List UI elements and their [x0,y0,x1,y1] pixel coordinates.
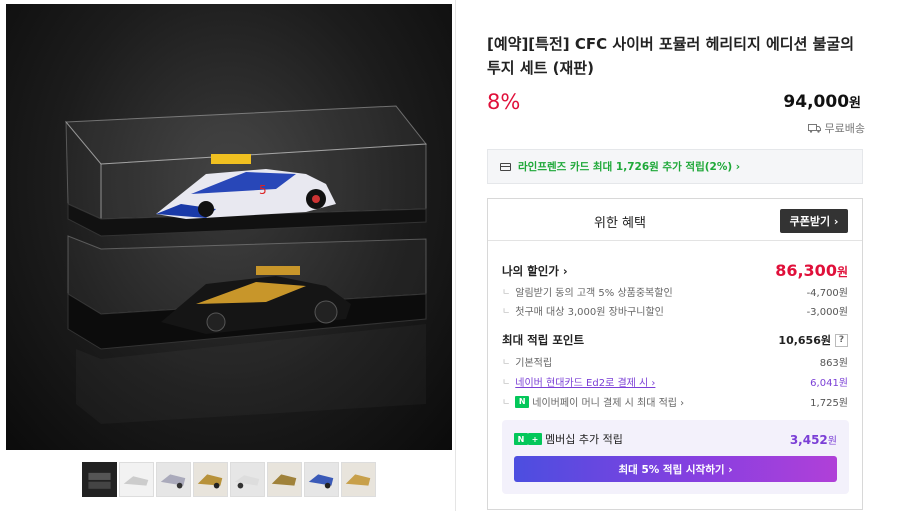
thumbnail-5[interactable] [230,462,265,497]
my-price-row: 나의 할인가 › 86,300원 [502,261,848,280]
product-title: [예약][특전] CFC 사이버 포뮬러 헤리티지 에디션 불굴의 투지 세트 … [487,35,855,77]
npay-money-link[interactable]: 네이버페이 머니 결제 시 최대 적립 › [532,394,684,409]
points-value-group: 10,656원 ? [778,332,848,348]
points-row: 최대 적립 포인트 10,656원 ? [502,332,848,348]
membership-label: 멤버십 추가 적립 [545,433,623,446]
thumbnail-6[interactable] [267,462,302,497]
thumbnail-1[interactable] [82,462,117,497]
benefit-box: 위한 혜택 쿠폰받기 › 나의 할인가 › 86,300원 알림받기 동의 고객… [487,198,863,510]
discount-item-row: 첫구매 대상 3,000원 장바구니할인 -3,000원 [502,303,848,318]
point-item-label: 기본적립 [502,354,552,369]
truck-icon [807,123,821,133]
thumbnail-8[interactable] [341,462,376,497]
price-value: 94,000 [783,92,850,112]
thumbnail-strip [82,462,376,497]
point-item-label: N 네이버페이 머니 결제 시 최대 적립 › [502,394,684,409]
thumbnail-3[interactable] [156,462,191,497]
thumbnail-7[interactable] [304,462,339,497]
points-label: 최대 적립 포인트 [502,333,585,347]
point-item-value: 6,041원 [810,378,848,389]
membership-start-button[interactable]: 최대 5% 적립 시작하기 › [514,456,837,482]
point-item-value: 1,725원 [810,398,848,409]
price-unit: 원 [849,96,861,111]
card-benefit-banner[interactable]: 라인프렌즈 카드 최대 1,726원 추가 적립(2%) › [487,149,863,184]
naver-plus-icon: N [514,433,528,445]
help-icon[interactable]: ? [835,333,848,347]
point-item-label: 네이버 현대카드 Ed2로 결제 시 › [502,374,655,389]
thumbnail-4[interactable] [193,462,228,497]
coupon-button[interactable]: 쿠폰받기 › [780,209,848,233]
membership-section: N + 멤버십 추가 적립 3,452원 최대 5% 적립 시작하기 › [502,420,849,494]
membership-label-group: N + 멤버십 추가 적립 [514,431,623,447]
discount-item-row: 알림받기 동의 고객 5% 상품중복할인 -4,700원 [502,284,848,299]
discount-item-value: -3,000원 [806,307,848,318]
discount-item-label: 알림받기 동의 고객 5% 상품중복할인 [502,284,672,299]
panel-divider [455,0,456,511]
discount-rate: 8% [487,90,521,114]
point-item-row: N 네이버페이 머니 결제 시 최대 적립 › 1,725원 [502,394,848,409]
benefit-header: 위한 혜택 쿠폰받기 › [488,199,862,241]
my-price-label[interactable]: 나의 할인가 › [502,263,568,279]
shipping-info: 무료배송 [807,120,865,136]
plus-icon: + [528,433,542,445]
discount-item-label: 첫구매 대상 3,000원 장바구니할인 [502,303,664,318]
card-benefit-text: 라인프렌즈 카드 최대 1,726원 추가 적립(2%) › [518,161,741,173]
product-price: 94,000원 [783,92,861,112]
display-cases-illustration: 5 [64,105,427,350]
point-item-row: 네이버 현대카드 Ed2로 결제 시 › 6,041원 [502,374,848,389]
svg-text:5: 5 [259,183,267,197]
discount-item-value: -4,700원 [806,288,848,299]
hyundai-card-link[interactable]: 네이버 현대카드 Ed2로 결제 시 › [515,374,655,389]
thumbnail-2[interactable] [119,462,154,497]
point-item-row: 기본적립 863원 [502,354,848,369]
product-main-image[interactable]: 5 [6,4,452,450]
benefit-title: 위한 혜택 [594,216,646,231]
membership-value: 3,452원 [789,432,837,447]
credit-card-icon [500,162,511,171]
my-price-value: 86,300원 [775,261,848,280]
npay-icon: N [515,395,530,408]
product-gallery: 5 [0,0,452,511]
points-value: 10,656원 [778,334,831,347]
point-item-value: 863원 [819,358,848,369]
shipping-text: 무료배송 [824,122,865,135]
membership-row: N + 멤버십 추가 적립 3,452원 [514,431,837,447]
